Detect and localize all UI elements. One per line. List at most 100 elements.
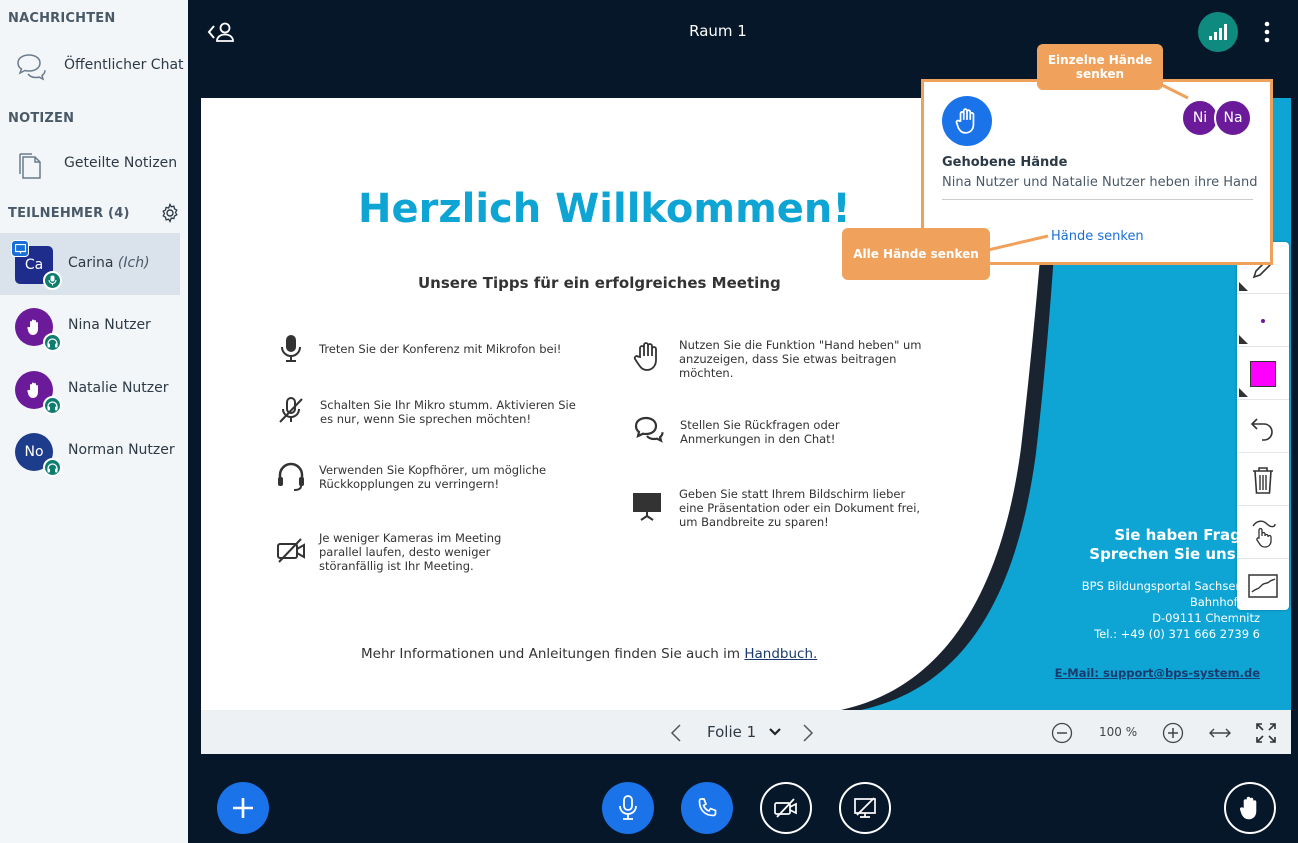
tip-text: Nutzen Sie die Funktion "Hand heben" um … [679,338,922,380]
previous-slide-icon[interactable] [670,724,682,742]
tip-text: Verwenden Sie Kopfhörer, um mögliche Rüc… [319,463,547,491]
raised-hands-title: Gehobene Hände [942,155,1068,170]
multi-user-button[interactable] [1237,507,1289,559]
gear-icon[interactable] [160,203,180,223]
signal-bars-icon [1209,24,1227,40]
share-screen-button[interactable] [839,782,891,834]
hand-icon [955,108,975,134]
share-webcam-button[interactable] [760,782,812,834]
meeting-title: Raum 1 [689,22,747,40]
participant-name: Norman Nutzer [68,442,175,458]
public-chat-label: Öffentlicher Chat [64,57,184,73]
manual-link[interactable]: Handbuch. [744,646,817,662]
more-info-text: Mehr Informationen und Anleitungen finde… [361,646,818,662]
undo-icon [1250,417,1273,441]
headset-icon [278,462,304,491]
chart-line-icon [1248,574,1278,598]
multi-user-pointer-icon [1252,520,1276,548]
raise-hand-button[interactable] [1224,782,1276,834]
participant-name: Natalie Nutzer [68,380,169,396]
slide-welcome-heading: Herzlich Willkommen! [358,186,851,232]
zoom-level: 100 % [1099,725,1138,739]
more-options-icon[interactable] [1257,18,1277,46]
sidebar: NACHRICHTEN Öffentlicher Chat NOTIZEN Ge… [0,0,188,843]
next-slide-icon[interactable] [802,724,814,742]
raised-hand-icon [27,319,38,335]
contact-line: BPS Bildungsportal Sachsen Gr [1081,579,1260,593]
screen-share-off-icon [854,797,876,818]
clear-button[interactable] [1237,454,1289,506]
mute-microphone-button[interactable] [602,782,654,834]
lower-all-hands-link[interactable]: Hände senken [1051,229,1144,244]
hand-icon [1239,796,1257,820]
plus-icon [233,798,253,818]
participant-name: Nina Nutzer [68,317,151,333]
presenter-icon [11,240,29,257]
slide-selector[interactable]: Folie 1 [707,723,756,741]
tip-text: Schalten Sie Ihr Mikro stumm. Aktivieren… [320,398,576,426]
shared-notes-label: Geteilte Notizen [64,155,178,171]
actions-button[interactable] [217,782,269,834]
brush-size-dot-icon [1261,318,1265,323]
participant-carina[interactable]: Ca Carina (Ich) [0,233,180,295]
sidebar-item-shared-notes[interactable]: Geteilte Notizen [0,142,180,186]
raised-hands-description: Nina Nutzer und Natalie Nutzer heben ihr… [942,175,1258,190]
participant-name: Carina (Ich) [68,255,150,271]
phone-icon [698,798,717,817]
participant-nina[interactable]: Nina Nutzer [0,295,180,357]
raised-hand-icon [27,382,38,398]
callout-all-hands: Alle Hände senken [842,228,990,280]
microphone-icon [281,335,301,362]
hand-icon [633,342,657,371]
headset-icon [43,396,62,415]
chevron-down-icon[interactable] [768,727,782,737]
slide-subtitle: Unsere Tipps für ein erfolgreiches Meeti… [418,274,781,292]
microphone-icon [43,271,62,290]
fit-to-width-icon[interactable] [1208,726,1232,740]
tip-text: Je weniger Kameras im Meeting parallel l… [319,531,502,573]
zoom-in-icon[interactable] [1162,722,1184,744]
slide-controls-bar: Folie 1 100 % [201,710,1291,754]
avatar-initials: No [24,444,44,460]
zoom-out-icon[interactable] [1051,722,1073,744]
tip-text: Geben Sie statt Ihrem Bildschirm lieber … [679,487,921,529]
participants-heading: TEILNEHMER (4) [8,206,130,221]
toggle-userlist-icon[interactable] [206,20,238,44]
camera-off-icon [774,798,797,818]
hide-annotations-button[interactable] [1237,560,1289,612]
headset-icon [43,333,62,352]
color-picker-button[interactable] [1237,348,1289,400]
contact-line: D-09111 Chemnitz [1152,611,1260,625]
mic-muted-icon [279,397,303,423]
color-swatch [1250,360,1276,387]
avatar-initials: Ca [24,257,44,273]
contact-line: Tel.: +49 (0) 371 666 2739 6 [1094,627,1260,641]
notes-icon [19,153,41,179]
whiteboard-toolbar [1237,242,1289,610]
tip-text: Treten Sie der Konferenz mit Mikrofon be… [319,342,562,356]
chat-icon [17,54,46,81]
fullscreen-icon[interactable] [1255,722,1277,744]
participant-natalie[interactable]: Natalie Nutzer [0,358,180,420]
divider [942,199,1253,200]
brush-size-button[interactable] [1237,295,1289,347]
connection-status-button[interactable] [1198,12,1238,52]
headset-icon [43,458,62,477]
chat-bubbles-icon [634,416,664,443]
raised-hand-badge [942,96,992,146]
tip-text: Stellen Sie Rückfragen oder Anmerkungen … [680,418,840,446]
presentation-board-icon [633,493,661,521]
leave-audio-button[interactable] [681,782,733,834]
camera-off-icon [277,538,305,563]
callout-individual-hands: Einzelne Hände senken [1037,44,1163,90]
sidebar-item-public-chat[interactable]: Öffentlicher Chat [0,44,184,88]
contact-email-link[interactable]: E-Mail: support@bps-system.de [1055,666,1260,680]
contact-heading: Sie haben Frage Sprechen Sie uns a [1089,526,1251,563]
notes-heading: NOTIZEN [8,111,75,126]
messages-heading: NACHRICHTEN [8,11,116,26]
microphone-icon [619,795,637,820]
participant-norman[interactable]: No Norman Nutzer [0,420,180,482]
trash-icon [1253,466,1273,494]
raised-hand-avatar-natalie[interactable]: Na [1214,99,1252,137]
undo-button[interactable] [1237,401,1289,453]
